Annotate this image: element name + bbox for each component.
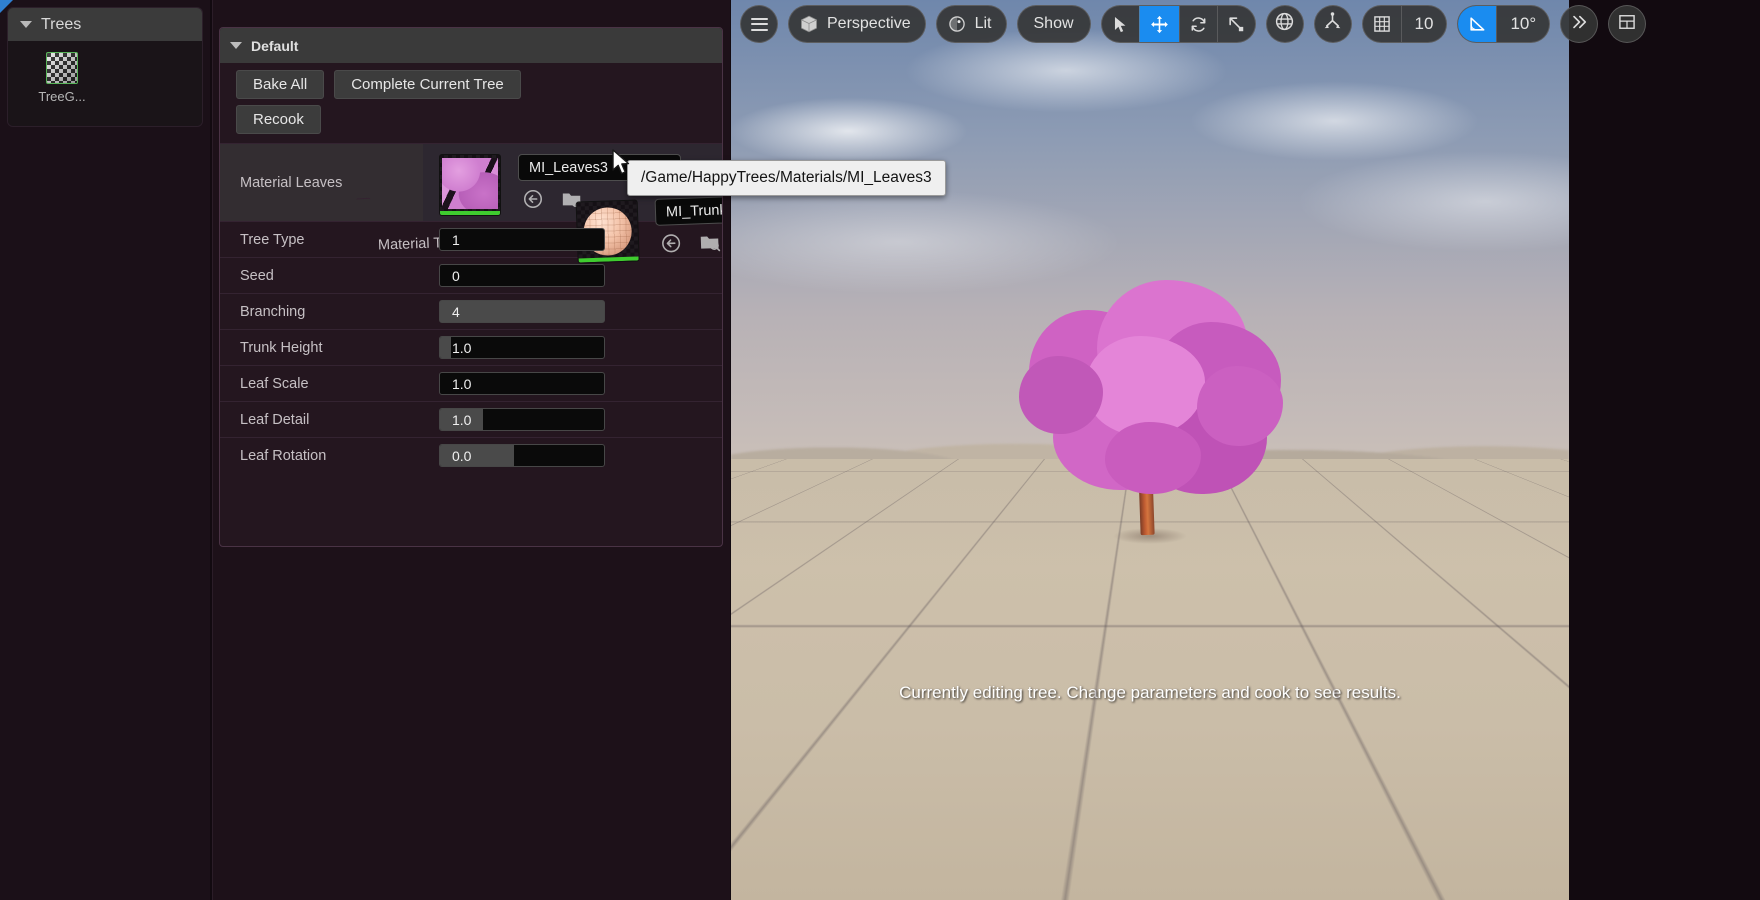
grid-snap-control: 10 bbox=[1361, 5, 1448, 43]
material-leaves-asset-name: MI_Leaves3 bbox=[529, 159, 608, 176]
show-menu-label-seg[interactable]: Show bbox=[1018, 6, 1090, 42]
viewport-status-text: Currently editing tree. Change parameter… bbox=[899, 683, 1401, 702]
property-row-leaf-rotation: Leaf Rotation 0.0 bbox=[220, 437, 722, 473]
surface-snap-button[interactable] bbox=[1313, 5, 1352, 43]
property-label-leaf-scale: Leaf Scale bbox=[240, 375, 309, 392]
property-row-leaf-scale: Leaf Scale 1.0 bbox=[220, 365, 722, 401]
property-value-cell: 1.0 bbox=[423, 330, 722, 365]
angle-snap-value[interactable]: 10° bbox=[1496, 6, 1549, 42]
property-label-trunk-height: Trunk Height bbox=[240, 339, 323, 356]
property-label-branching: Branching bbox=[240, 303, 306, 320]
property-row-branching: Branching 4 bbox=[220, 293, 722, 329]
coordinate-space-button[interactable] bbox=[1265, 5, 1304, 43]
numeric-value: 1 bbox=[452, 231, 460, 248]
trees-panel-body: TreeG... bbox=[8, 41, 202, 126]
grid-snap-icon[interactable] bbox=[1363, 6, 1401, 42]
bake-all-button[interactable]: Bake All bbox=[236, 70, 325, 99]
numeric-input-trunk-height[interactable]: 1.0 bbox=[439, 336, 605, 359]
action-button-row-1: Bake All Complete Current Tree bbox=[220, 63, 722, 99]
checker-cube-icon bbox=[46, 52, 78, 84]
action-button-row-2: Recook bbox=[220, 99, 722, 143]
lighting-mode-label: Lit bbox=[974, 15, 992, 32]
numeric-value: 1.0 bbox=[452, 339, 472, 356]
default-category-label: Default bbox=[251, 37, 299, 54]
material-trunk-asset-name: MI_TrunkOak bbox=[665, 200, 723, 220]
cube-icon bbox=[799, 14, 819, 34]
move-translate-icon[interactable] bbox=[1138, 6, 1179, 42]
outliner-item-label: TreeG... bbox=[38, 89, 86, 104]
numeric-value: 4 bbox=[452, 303, 460, 320]
collapse-triangle-icon[interactable] bbox=[20, 21, 32, 28]
perspective-mode-segment[interactable]: Perspective bbox=[789, 6, 925, 42]
trees-panel-header[interactable]: Trees bbox=[8, 8, 202, 41]
angle-snap-control: 10° bbox=[1457, 5, 1551, 43]
rotate-icon[interactable] bbox=[1178, 6, 1217, 42]
transform-tools-group bbox=[1100, 5, 1256, 43]
angle-snap-icon[interactable] bbox=[1458, 6, 1497, 42]
view-mode-button[interactable]: Perspective bbox=[788, 5, 926, 43]
lighting-mode-button[interactable]: Lit bbox=[935, 5, 1007, 43]
property-value-cell: 4 bbox=[423, 294, 722, 329]
tree-canopy bbox=[1001, 270, 1301, 590]
numeric-input-leaf-scale[interactable]: 1.0 bbox=[439, 372, 605, 395]
numeric-value: 1.0 bbox=[452, 375, 472, 392]
default-category-header[interactable]: Default bbox=[220, 28, 722, 63]
sphere-lighting-icon bbox=[947, 14, 967, 34]
numeric-value: 0.0 bbox=[452, 447, 472, 464]
outliner-item-treegeneration[interactable]: TreeG... bbox=[20, 52, 104, 104]
numeric-input-leaf-detail[interactable]: 1.0 bbox=[439, 408, 605, 431]
numeric-input-seed[interactable]: 0 bbox=[439, 264, 605, 287]
show-menu-button[interactable]: Show bbox=[1016, 5, 1091, 43]
select-arrow-icon[interactable] bbox=[1102, 6, 1139, 42]
viewport-layout-icon bbox=[1617, 12, 1637, 37]
trees-panel-title: Trees bbox=[41, 15, 82, 33]
numeric-input-leaf-rotation[interactable]: 0.0 bbox=[439, 444, 605, 467]
browse-to-asset-icon[interactable] bbox=[699, 231, 722, 259]
level-viewport[interactable]: Currently editing tree. Change parameter… bbox=[731, 0, 1569, 900]
viewport-toolbar: Perspective Lit Show 10 10° bbox=[740, 5, 1647, 43]
trees-outliner-card: Trees TreeG... bbox=[8, 8, 202, 126]
collapse-triangle-icon[interactable] bbox=[230, 42, 242, 49]
complete-current-tree-button[interactable]: Complete Current Tree bbox=[334, 70, 521, 99]
use-selected-asset-icon[interactable] bbox=[660, 232, 683, 260]
property-row-material-trunk: Material Trunk MI_TrunkOak bbox=[356, 193, 722, 294]
world-globe-icon bbox=[1274, 11, 1295, 37]
material-trunk-icon-row bbox=[656, 227, 722, 260]
generated-tree-mesh[interactable] bbox=[1001, 270, 1301, 590]
view-mode-label: Perspective bbox=[827, 15, 911, 32]
hamburger-menu-icon bbox=[750, 17, 768, 31]
material-trunk-controls: MI_TrunkOak bbox=[654, 193, 723, 260]
details-panel: Default Bake All Complete Current Tree R… bbox=[212, 0, 730, 900]
show-menu-label: Show bbox=[1033, 15, 1074, 32]
surface-snap-icon bbox=[1322, 11, 1343, 37]
property-row-leaf-detail: Leaf Detail 1.0 bbox=[220, 401, 722, 437]
property-label-leaf-rotation: Leaf Rotation bbox=[240, 447, 327, 464]
numeric-input-branching[interactable]: 4 bbox=[439, 300, 605, 323]
scale-icon[interactable] bbox=[1216, 6, 1255, 42]
viewport-menu-button[interactable] bbox=[740, 5, 778, 43]
default-category-card: Default Bake All Complete Current Tree R… bbox=[219, 27, 723, 547]
asset-path-tooltip: /Game/HappyTrees/Materials/MI_Leaves3 bbox=[627, 160, 946, 196]
property-row-trunk-height: Trunk Height 1.0 bbox=[220, 329, 722, 365]
numeric-value: 1.0 bbox=[452, 411, 472, 428]
background-filler bbox=[1569, 0, 1760, 900]
chevron-double-right-icon bbox=[1569, 12, 1589, 37]
asset-status-bar bbox=[578, 256, 639, 263]
property-value-cell: 1.0 bbox=[423, 402, 722, 437]
numeric-input-tree-type[interactable]: 1 bbox=[439, 228, 605, 251]
recook-button[interactable]: Recook bbox=[236, 105, 321, 134]
slider-fill bbox=[440, 337, 452, 358]
property-label-leaf-detail: Leaf Detail bbox=[240, 411, 310, 428]
outliner-panel: Trees TreeG... bbox=[0, 0, 210, 900]
grid-snap-value[interactable]: 10 bbox=[1400, 6, 1447, 42]
material-trunk-asset-picker[interactable]: MI_TrunkOak bbox=[654, 193, 723, 226]
property-value-cell: 1.0 bbox=[423, 366, 722, 401]
property-value-cell: 0.0 bbox=[423, 438, 722, 473]
numeric-value: 0 bbox=[452, 267, 460, 284]
viewport-layout-button[interactable] bbox=[1608, 5, 1647, 43]
lit-mode-segment[interactable]: Lit bbox=[937, 6, 1006, 42]
toolbar-overflow-button[interactable] bbox=[1560, 5, 1599, 43]
